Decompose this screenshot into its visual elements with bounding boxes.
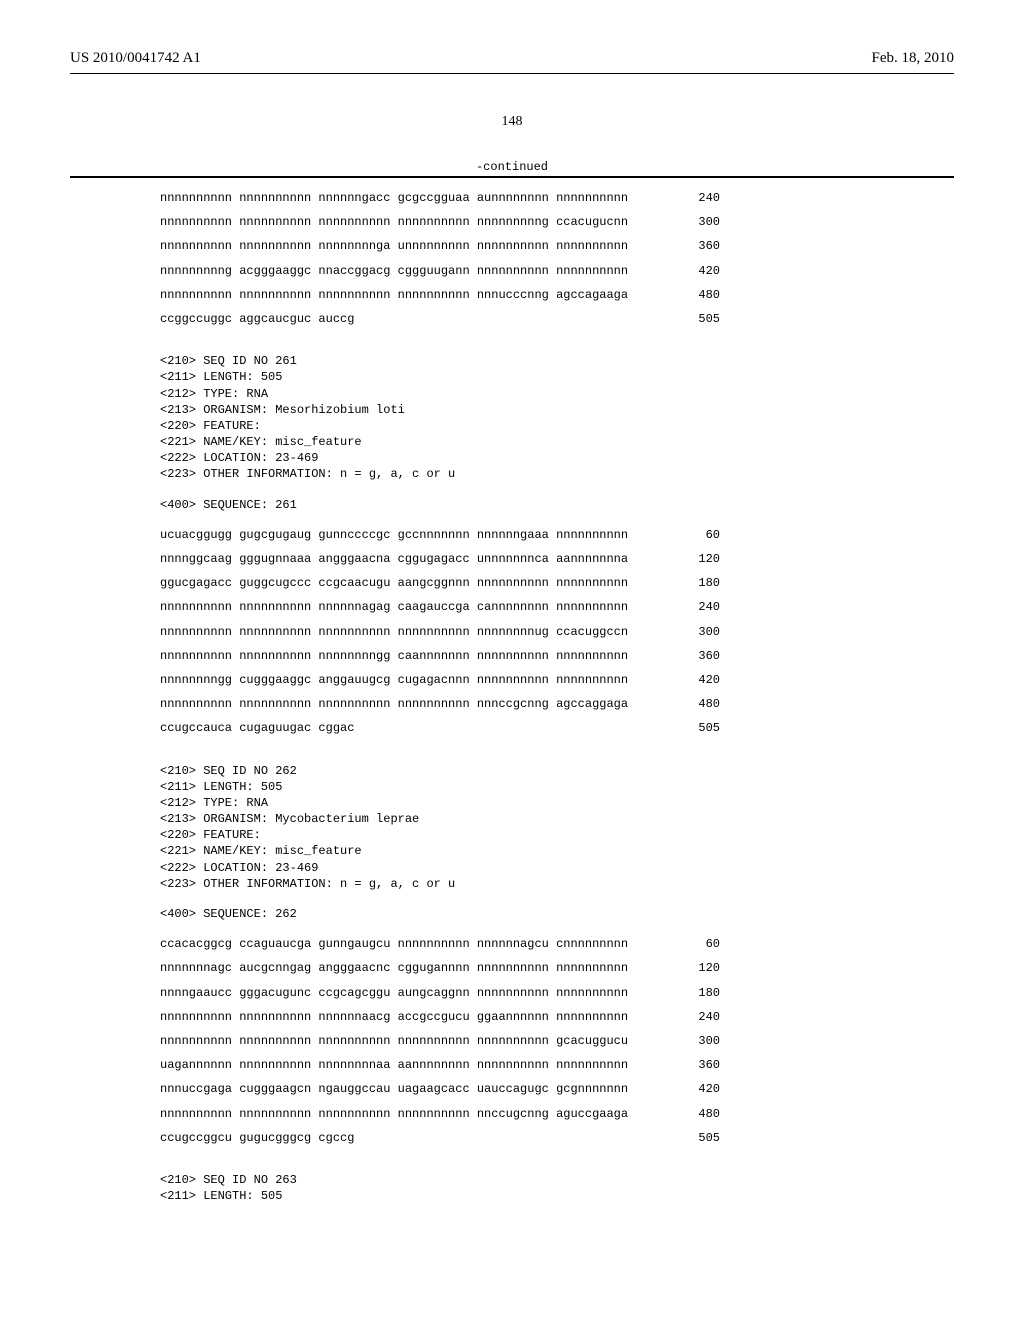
- sequence-row: ccugccauca cugaguugac cggac 505: [160, 720, 720, 736]
- sequence-row: nnnnnnnnnn nnnnnnnnnn nnnnnnnngg caannnn…: [160, 648, 720, 664]
- continued-rule: [70, 176, 954, 178]
- sequence-text: nnnnnnnnnn nnnnnnnnnn nnnnnnagag caagauc…: [160, 599, 628, 615]
- pub-date: Feb. 18, 2010: [872, 50, 955, 67]
- sequence-block: nnnnnnnnnn nnnnnnnnnn nnnnnngacc gcgccgg…: [70, 190, 954, 335]
- sequence-text: ccugccggcu gugucgggcg cgccg: [160, 1130, 354, 1146]
- sequence-row: nnnnnnnnnn nnnnnnnnnn nnnnnnnnnn nnnnnnn…: [160, 1106, 720, 1122]
- sequence-text: nnnnnnnnnn nnnnnnnnnn nnnnnnnnnn nnnnnnn…: [160, 287, 628, 303]
- sequence-block: ccacacggcg ccaguaucga gunngaugcu nnnnnnn…: [70, 936, 954, 1154]
- sequence-position: 505: [680, 311, 720, 327]
- sequence-metadata: <400> SEQUENCE: 262: [160, 906, 954, 922]
- sequence-text: nnnnnnnngg cugggaaggc anggauugcg cugagac…: [160, 672, 628, 688]
- sequence-position: 360: [680, 1057, 720, 1073]
- sequence-position: 480: [680, 287, 720, 303]
- sequence-row: nnnngaaucc gggacugunc ccgcagcggu aungcag…: [160, 985, 720, 1001]
- sequence-text: nnnnnnnnng acgggaaggc nnaccggacg cggguug…: [160, 263, 628, 279]
- sequence-metadata: <210> SEQ ID NO 263 <211> LENGTH: 505: [160, 1172, 954, 1204]
- sequence-row: nnnnnnnnnn nnnnnnnnnn nnnnnnnnnn nnnnnnn…: [160, 214, 720, 230]
- continued-label: -continued: [70, 160, 954, 174]
- sequence-text: nnnnggcaag gggugnnaaa angggaacna cggugag…: [160, 551, 628, 567]
- sequence-position: 60: [680, 936, 720, 952]
- sequence-row: nnnnnnnnnn nnnnnnnnnn nnnnnnaacg accgccg…: [160, 1009, 720, 1025]
- sequence-position: 420: [680, 263, 720, 279]
- sequence-row: nnnnnnnnnn nnnnnnnnnn nnnnnnnnnn nnnnnnn…: [160, 287, 720, 303]
- sequence-text: ccugccauca cugaguugac cggac: [160, 720, 354, 736]
- sequence-position: 300: [680, 1033, 720, 1049]
- sequence-text: ccacacggcg ccaguaucga gunngaugcu nnnnnnn…: [160, 936, 628, 952]
- sequence-row: nnnnnnnagc aucgcnngag angggaacnc cggugan…: [160, 960, 720, 976]
- sequence-position: 420: [680, 672, 720, 688]
- sequence-row: ccugccggcu gugucgggcg cgccg 505: [160, 1130, 720, 1146]
- sequence-position: 60: [680, 527, 720, 543]
- sequence-row: nnnnnnnngg cugggaaggc anggauugcg cugagac…: [160, 672, 720, 688]
- page-number: 148: [70, 114, 954, 130]
- sequence-row: ccacacggcg ccaguaucga gunngaugcu nnnnnnn…: [160, 936, 720, 952]
- sequence-row: nnnnnnnnnn nnnnnnnnnn nnnnnnnnga unnnnnn…: [160, 238, 720, 254]
- sequence-row: ucuacggugg gugcgugaug gunnccccgc gccnnnn…: [160, 527, 720, 543]
- sequence-text: nnnnnnnagc aucgcnngag angggaacnc cggugan…: [160, 960, 628, 976]
- sequence-position: 300: [680, 214, 720, 230]
- sequence-position: 420: [680, 1081, 720, 1097]
- sequence-position: 300: [680, 624, 720, 640]
- sequence-position: 240: [680, 599, 720, 615]
- sequence-row: ggucgagacc guggcugccc ccgcaacugu aangcgg…: [160, 575, 720, 591]
- sequence-position: 360: [680, 648, 720, 664]
- sequence-text: nnnuccgaga cugggaagcn ngauggccau uagaagc…: [160, 1081, 628, 1097]
- sequence-text: nnnnnnnnnn nnnnnnnnnn nnnnnnnnga unnnnnn…: [160, 238, 628, 254]
- sequence-row: nnnnnnnnnn nnnnnnnnnn nnnnnnnnnn nnnnnnn…: [160, 696, 720, 712]
- sequence-text: nnnnnnnnnn nnnnnnnnnn nnnnnnnnnn nnnnnnn…: [160, 624, 628, 640]
- sequence-position: 240: [680, 190, 720, 206]
- sequence-row: nnnnggcaag gggugnnaaa angggaacna cggugag…: [160, 551, 720, 567]
- sequence-text: nnnnnnnnnn nnnnnnnnnn nnnnnnaacg accgccg…: [160, 1009, 628, 1025]
- sequence-metadata: <210> SEQ ID NO 261 <211> LENGTH: 505 <2…: [160, 353, 954, 483]
- sequence-position: 240: [680, 1009, 720, 1025]
- sequence-metadata: <210> SEQ ID NO 262 <211> LENGTH: 505 <2…: [160, 763, 954, 893]
- sequence-text: uagannnnnn nnnnnnnnnn nnnnnnnnaa aannnnn…: [160, 1057, 628, 1073]
- sequence-text: nnnnnnnnnn nnnnnnnnnn nnnnnnnnnn nnnnnnn…: [160, 1106, 628, 1122]
- sequence-position: 360: [680, 238, 720, 254]
- sequence-metadata: <400> SEQUENCE: 261: [160, 497, 954, 513]
- sequence-row: nnnnnnnnnn nnnnnnnnnn nnnnnnnnnn nnnnnnn…: [160, 624, 720, 640]
- sequence-text: nnnngaaucc gggacugunc ccgcagcggu aungcag…: [160, 985, 628, 1001]
- sequence-position: 505: [680, 1130, 720, 1146]
- sequence-text: ggucgagacc guggcugccc ccgcaacugu aangcgg…: [160, 575, 628, 591]
- sequence-row: nnnnnnnnnn nnnnnnnnnn nnnnnnnnnn nnnnnnn…: [160, 1033, 720, 1049]
- header-rule: [70, 73, 954, 74]
- sequence-text: nnnnnnnnnn nnnnnnnnnn nnnnnngacc gcgccgg…: [160, 190, 628, 206]
- sequence-content: nnnnnnnnnn nnnnnnnnnn nnnnnngacc gcgccgg…: [70, 190, 954, 1204]
- sequence-position: 505: [680, 720, 720, 736]
- sequence-text: nnnnnnnnnn nnnnnnnnnn nnnnnnnnnn nnnnnnn…: [160, 696, 628, 712]
- sequence-row: ccggccuggc aggcaucguc auccg 505: [160, 311, 720, 327]
- sequence-text: ucuacggugg gugcgugaug gunnccccgc gccnnnn…: [160, 527, 628, 543]
- sequence-block: ucuacggugg gugcgugaug gunnccccgc gccnnnn…: [70, 527, 954, 745]
- sequence-text: ccggccuggc aggcaucguc auccg: [160, 311, 354, 327]
- sequence-position: 120: [680, 960, 720, 976]
- pub-number: US 2010/0041742 A1: [70, 50, 201, 67]
- sequence-position: 180: [680, 575, 720, 591]
- sequence-text: nnnnnnnnnn nnnnnnnnnn nnnnnnnnnn nnnnnnn…: [160, 1033, 628, 1049]
- sequence-position: 120: [680, 551, 720, 567]
- sequence-row: nnnuccgaga cugggaagcn ngauggccau uagaagc…: [160, 1081, 720, 1097]
- sequence-position: 480: [680, 696, 720, 712]
- sequence-row: uagannnnnn nnnnnnnnnn nnnnnnnnaa aannnnn…: [160, 1057, 720, 1073]
- sequence-text: nnnnnnnnnn nnnnnnnnnn nnnnnnnngg caannnn…: [160, 648, 628, 664]
- sequence-text: nnnnnnnnnn nnnnnnnnnn nnnnnnnnnn nnnnnnn…: [160, 214, 628, 230]
- sequence-position: 480: [680, 1106, 720, 1122]
- sequence-row: nnnnnnnnng acgggaaggc nnaccggacg cggguug…: [160, 263, 720, 279]
- sequence-position: 180: [680, 985, 720, 1001]
- sequence-row: nnnnnnnnnn nnnnnnnnnn nnnnnngacc gcgccgg…: [160, 190, 720, 206]
- sequence-row: nnnnnnnnnn nnnnnnnnnn nnnnnnagag caagauc…: [160, 599, 720, 615]
